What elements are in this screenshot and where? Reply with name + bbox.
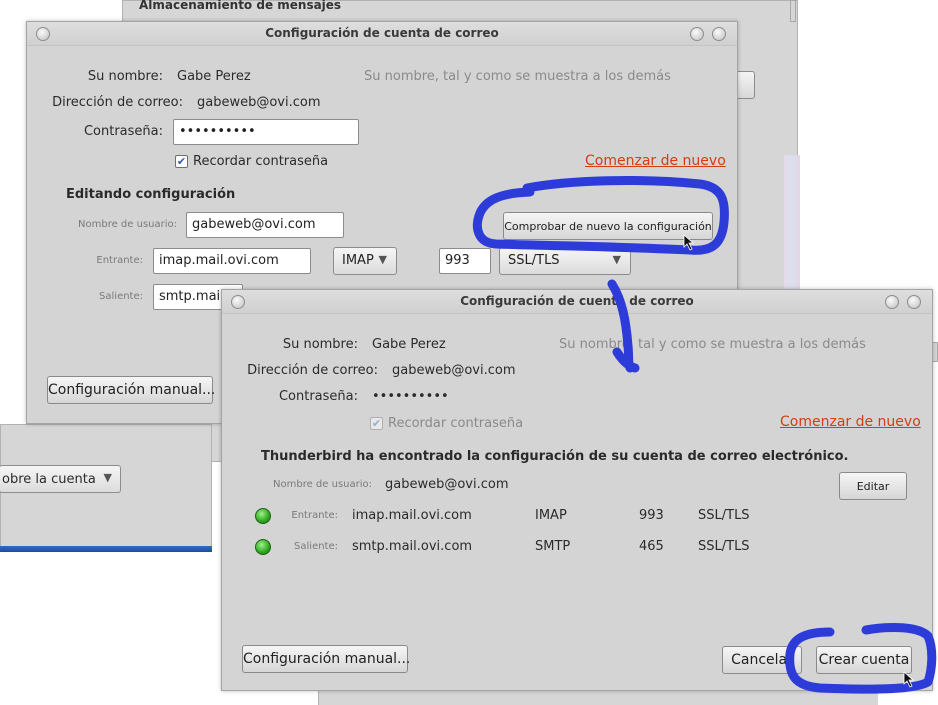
edit-button[interactable]: Editar [839,472,907,500]
manual-config-button[interactable]: Configuración manual... [47,376,215,404]
username-label: Nombre de usuario: [273,479,372,490]
titlebar[interactable]: Configuración de cuenta de correo [222,290,932,314]
dialog-title: Configuración de cuenta de correo [265,26,499,40]
name-value: Gabe Perez [372,337,446,352]
recheck-config-button[interactable]: Comprobar de nuevo la configuración [503,212,713,240]
outgoing-server-value: smtp.mail.ovi.com [352,539,473,554]
editing-heading: Editando configuración [66,187,236,202]
name-hint: Su nombre, tal y como se muestra a los d… [364,69,671,84]
incoming-protocol-value: IMAP [535,508,567,523]
background-strip [784,155,800,295]
incoming-security-value: SSL/TLS [698,508,750,523]
background-left-panel: obre la cuenta ▼ [0,424,212,552]
incoming-security-value: SSL/TLS [508,253,560,268]
remember-password-label: Recordar contraseña [193,154,329,169]
background-taskbar [0,546,212,552]
name-label: Su nombre: [87,69,163,84]
outgoing-label: Saliente: [99,291,143,302]
incoming-server-field[interactable]: imap.mail.ovi.com [153,248,311,274]
incoming-label: Entrante: [96,255,143,266]
remember-password-checkbox: ✔ [370,417,383,430]
email-value: gabeweb@ovi.com [392,363,516,378]
password-field[interactable]: •••••••••• [173,119,359,145]
outgoing-port-value: 465 [639,539,664,554]
account-setup-dialog-front: Configuración de cuenta de correo Su nom… [221,289,933,691]
remember-password-checkbox[interactable]: ✔ [175,155,188,168]
name-hint: Su nombre, tal y como se muestra a los d… [559,337,866,352]
minimize-window-icon[interactable] [885,295,899,309]
background-window-edge [790,0,796,22]
incoming-server-value: imap.mail.ovi.com [352,508,472,523]
restart-link[interactable]: Comenzar de nuevo [585,153,726,169]
chevron-down-icon: ▼ [612,253,621,266]
outgoing-security-value: SSL/TLS [698,539,750,554]
background-account-combo[interactable]: obre la cuenta ▼ [0,465,121,493]
email-label: Dirección de correo: [52,95,183,110]
password-label: Contraseña: [278,389,358,404]
background-account-combo-label: obre la cuenta [2,472,96,487]
outgoing-label: Saliente: [294,541,338,552]
manual-config-button[interactable]: Configuración manual... [242,645,410,673]
email-value: gabeweb@ovi.com [197,95,321,110]
username-label: Nombre de usuario: [78,219,177,230]
incoming-port-field[interactable]: 993 [439,248,491,274]
chevron-down-icon: ▼ [103,471,112,484]
chevron-down-icon: ▼ [378,253,387,266]
restart-link[interactable]: Comenzar de nuevo [780,414,921,430]
incoming-security-select[interactable]: SSL/TLS ▼ [499,247,631,275]
outgoing-protocol-value: SMTP [535,539,571,554]
username-value: gabeweb@ovi.com [385,477,509,492]
incoming-port-value: 993 [639,508,664,523]
remember-password-label: Recordar contraseña [388,416,524,431]
incoming-label: Entrante: [291,510,338,521]
minimize-window-icon[interactable] [690,27,704,41]
found-config-message: Thunderbird ha encontrado la configuraci… [261,449,849,464]
name-value: Gabe Perez [177,69,251,84]
incoming-protocol-value: IMAP [342,253,374,268]
background-window-title: Almacenamiento de mensajes [139,0,342,12]
dialog-title: Configuración de cuenta de correo [460,294,694,308]
password-value: •••••••••• [372,389,449,404]
background-bottom-edge [318,690,878,705]
password-label: Contraseña: [83,124,163,139]
cancel-button[interactable]: Cancelar [722,646,802,674]
incoming-protocol-select[interactable]: IMAP ▼ [333,247,397,275]
maximize-window-icon[interactable] [712,27,726,41]
name-label: Su nombre: [282,337,358,352]
create-account-button[interactable]: Crear cuenta [816,646,912,674]
maximize-window-icon[interactable] [907,295,921,309]
username-field[interactable]: gabeweb@ovi.com [186,212,344,238]
titlebar[interactable]: Configuración de cuenta de correo [27,22,737,46]
email-label: Dirección de correo: [247,363,378,378]
